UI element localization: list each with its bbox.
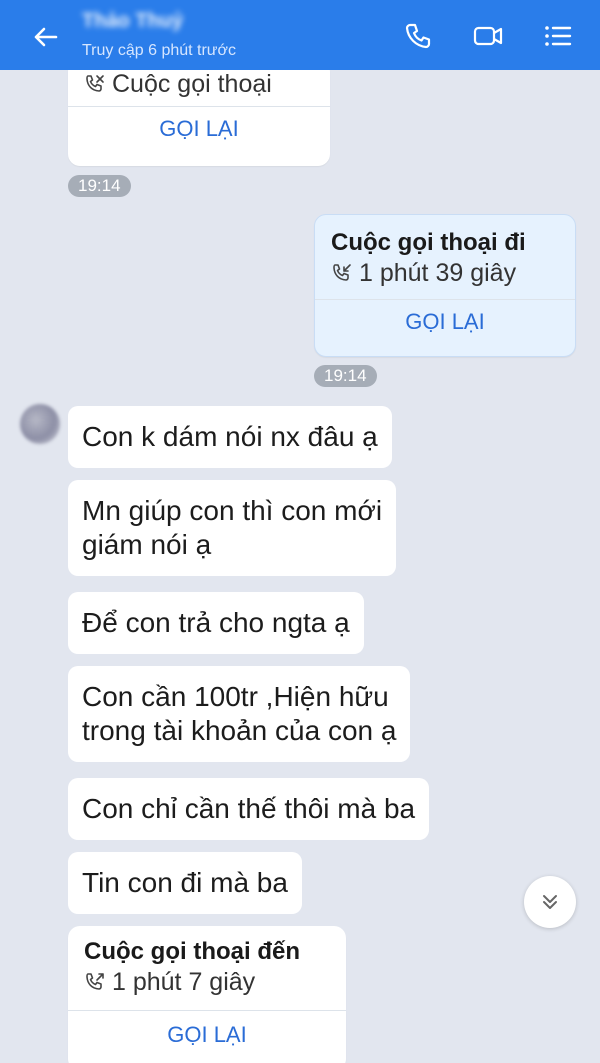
avatar[interactable] xyxy=(20,404,60,444)
call-duration: 1 phút 39 giây xyxy=(359,259,517,287)
chat-header: Thảo Thuỷ Truy cập 6 phút trước xyxy=(0,0,600,70)
timestamp: 19:14 xyxy=(68,175,131,197)
video-camera-icon[interactable] xyxy=(472,20,504,52)
call-duration: Cuộc gọi thoại xyxy=(112,70,272,98)
phone-icon[interactable] xyxy=(402,20,434,52)
call-card-incoming: Cuộc gọi thoại đến 1 phút 7 giây GỌI LẠI xyxy=(68,926,346,1063)
phone-call-icon xyxy=(86,973,104,990)
contact-name[interactable]: Thảo Thuỷ xyxy=(82,10,183,33)
arrow-left-icon[interactable] xyxy=(30,22,60,52)
last-seen-status: Truy cập 6 phút trước xyxy=(82,42,236,59)
message-list[interactable]: Cuộc gọi thoại GỌI LẠI 19:14 Cuộc gọi th… xyxy=(0,70,600,1063)
message-bubble: Mn giúp con thì con mới giám nói ạ xyxy=(68,480,397,576)
phone-call-icon xyxy=(333,264,351,281)
menu-list-icon[interactable] xyxy=(542,20,574,52)
message-bubble: Con cần 100tr ,Hiện hữu trong tài khoản … xyxy=(68,666,411,762)
call-card-incoming-top: Cuộc gọi thoại GỌI LẠI xyxy=(68,70,330,166)
recall-button[interactable]: GỌI LẠI xyxy=(315,309,575,335)
double-chevron-down-icon xyxy=(543,895,557,909)
timestamp: 19:14 xyxy=(314,365,377,387)
scroll-down-button[interactable] xyxy=(524,876,576,928)
call-title: Cuộc gọi thoại đến xyxy=(84,938,300,965)
call-card-outgoing: Cuộc gọi thoại đi 1 phút 39 giây GỌI LẠI xyxy=(314,214,576,357)
message-bubble: Con chỉ cần thế thôi mà ba xyxy=(68,778,430,840)
message-bubble: Con k dám nói nx đâu ạ xyxy=(68,406,392,468)
call-duration: 1 phút 7 giây xyxy=(112,968,256,996)
recall-button[interactable]: GỌI LẠI xyxy=(68,1022,346,1048)
message-bubble: Tin con đi mà ba xyxy=(68,852,302,914)
message-bubble: Để con trả cho ngta ạ xyxy=(68,592,364,654)
call-title: Cuộc gọi thoại đi xyxy=(331,229,526,256)
phone-call-icon xyxy=(86,75,104,92)
recall-button[interactable]: GỌI LẠI xyxy=(68,116,330,142)
